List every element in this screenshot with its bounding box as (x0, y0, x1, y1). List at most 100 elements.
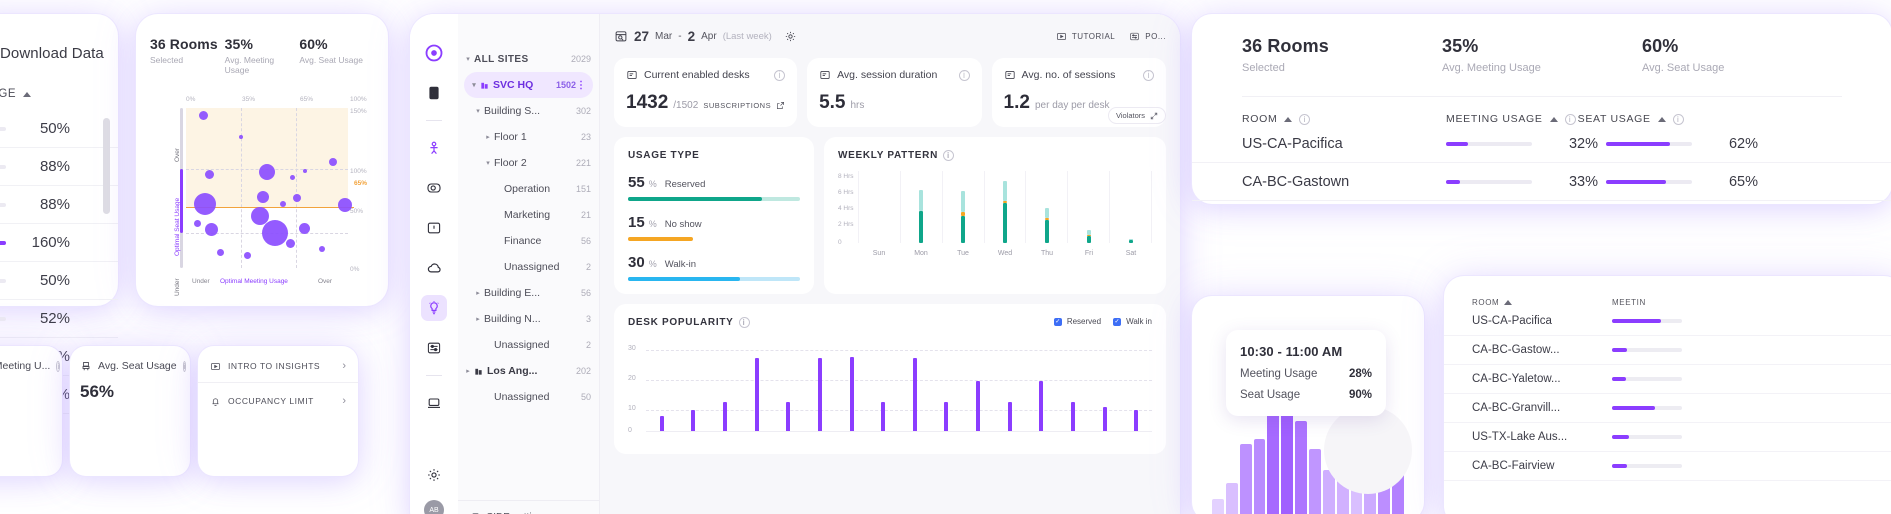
tree-caret-icon[interactable]: ▾ (462, 55, 474, 63)
alert-box-icon[interactable] (421, 215, 447, 241)
tree-node[interactable]: ▾ALL SITES2029 (458, 46, 599, 72)
building-icon (474, 367, 483, 376)
rooms-table-row[interactable]: US-CA-Pacifica32%62% (1192, 125, 1891, 163)
tree-node[interactable]: ▸Floor 123 (458, 124, 599, 150)
rooms-table-row[interactable]: CA-BC-Gastown33%65% (1192, 163, 1891, 201)
device-icon[interactable] (421, 390, 447, 416)
rooms-header-meeting[interactable]: MEETING USAGE i (1446, 113, 1576, 125)
meeting-usage-fill (1446, 180, 1460, 184)
insights-bulb-icon[interactable] (421, 295, 447, 321)
tree-caret-icon[interactable]: ▸ (462, 367, 474, 375)
usage-row[interactable]: 88% (0, 186, 118, 224)
kpi-card-value: 1432 (626, 92, 668, 114)
ports-button[interactable]: PO... (1129, 31, 1166, 42)
intro-to-insights-link[interactable]: INTRO TO INSIGHTS › (198, 346, 358, 372)
kpi-card-header: Current enabled desksi (626, 69, 785, 81)
info-icon[interactable]: i (56, 361, 60, 372)
weekly-plot-area (858, 171, 1152, 243)
tree-node[interactable]: Finance56 (458, 228, 599, 254)
rooms-list-row[interactable]: CA-BC-Granvill... (1444, 394, 1891, 423)
tree-caret-icon[interactable]: ▾ (468, 81, 480, 89)
info-icon[interactable]: i (1143, 70, 1154, 81)
heat-column[interactable] (1281, 402, 1293, 514)
date-range-picker[interactable]: 27 Mar - 2 Apr (Last week) (614, 29, 797, 44)
usage-item-percent-sign: % (649, 219, 657, 229)
info-icon[interactable]: i (943, 150, 954, 161)
checkbox-icon[interactable]: ✓ (1113, 318, 1121, 326)
tutorial-button[interactable]: TUTORIAL (1056, 31, 1115, 42)
tree-caret-icon[interactable]: ▸ (472, 315, 484, 323)
tree-node[interactable]: Unassigned50 (458, 384, 599, 410)
heat-column[interactable] (1226, 483, 1238, 514)
rooms-list-row[interactable]: CA-BC-Gastow... (1444, 336, 1891, 365)
info-icon[interactable]: i (739, 317, 750, 328)
tree-node[interactable]: Unassigned2 (458, 332, 599, 358)
tree-caret-icon[interactable]: ▸ (472, 289, 484, 297)
heat-column[interactable] (1212, 499, 1224, 514)
occupancy-limit-link[interactable]: OCCUPANCY LIMIT › (198, 382, 358, 407)
kebab-menu-icon[interactable]: ⋮ (576, 80, 585, 91)
rooms-kpi: 36 RoomsSelected (1242, 36, 1442, 74)
info-icon[interactable]: i (1299, 114, 1310, 125)
violators-button[interactable]: Violators (1108, 107, 1166, 124)
download-data-button[interactable]: Download Data (0, 14, 118, 62)
tree-caret-icon[interactable]: ▾ (472, 107, 484, 115)
heat-column[interactable] (1295, 421, 1307, 514)
people-icon[interactable] (421, 135, 447, 161)
info-icon[interactable]: i (1673, 114, 1684, 125)
door-icon[interactable] (421, 80, 447, 106)
cidr-settings-row[interactable]: CIDR settings (458, 500, 599, 514)
rooms-header-seat[interactable]: SEAT USAGE i (1578, 113, 1684, 125)
heat-column[interactable] (1254, 439, 1266, 514)
rooms-list-row[interactable]: US-TX-Lake Aus... (1444, 423, 1891, 452)
rooms-list-row[interactable]: CA-BC-Yaletow... (1444, 365, 1891, 394)
legend-item[interactable]: ✓Reserved (1054, 317, 1101, 326)
heat-column[interactable] (1240, 444, 1252, 514)
brand-logo-icon[interactable] (421, 40, 447, 66)
heat-column[interactable] (1267, 410, 1279, 514)
rooms-header-room[interactable]: ROOM i (1242, 113, 1446, 125)
rooms-list-header-meeting[interactable]: MEETIN (1612, 298, 1646, 307)
usage-type-item: 55%Reserved (628, 174, 800, 201)
rooms-list-header-room[interactable]: ROOM (1472, 298, 1612, 307)
tree-node[interactable]: Unassigned2 (458, 254, 599, 280)
tree-node[interactable]: ▾Building S...302 (458, 98, 599, 124)
usage-row[interactable]: 50% (0, 110, 118, 148)
rooms-list-row[interactable]: US-CA-Pacifica (1444, 307, 1891, 336)
gear-icon[interactable] (784, 30, 797, 43)
info-icon[interactable]: i (1565, 114, 1576, 125)
avatar[interactable]: AB (424, 500, 444, 514)
usage-row[interactable]: 88% (0, 148, 118, 186)
heat-column[interactable] (1309, 449, 1321, 514)
tree-node[interactable]: Marketing21 (458, 202, 599, 228)
tree-node[interactable]: ▸Building N...3 (458, 306, 599, 332)
kpi-card-action[interactable]: SUBSCRIPTIONS (703, 101, 785, 110)
camera-icon[interactable] (421, 175, 447, 201)
gear-icon[interactable] (421, 462, 447, 488)
cloud-icon[interactable] (421, 255, 447, 281)
tree-node[interactable]: ▸Building E...56 (458, 280, 599, 306)
tree-node[interactable]: ▾Floor 2221 (458, 150, 599, 176)
weekly-x-ticks: SunMonTueWedThuFriSat (858, 250, 1152, 257)
usage-row[interactable]: 50% (0, 262, 118, 300)
tree-node-count: 1502 (556, 80, 576, 90)
rooms-list-row[interactable]: CA-BC-Fairview (1444, 452, 1891, 481)
seat-usage-column-header[interactable]: EAT USAGE (0, 62, 118, 100)
tree-node[interactable]: ▾SVC HQ1502⋮ (464, 72, 593, 98)
panel-scrollbar[interactable] (103, 118, 110, 214)
usage-bar-track (0, 165, 6, 169)
usage-row[interactable]: 52% (0, 300, 118, 338)
usage-row[interactable]: 160% (0, 224, 118, 262)
meeting-usage-track (1446, 180, 1532, 184)
info-icon[interactable]: i (183, 361, 187, 372)
info-icon[interactable]: i (959, 70, 970, 81)
ports-icon[interactable] (421, 335, 447, 361)
tree-caret-icon[interactable]: ▸ (482, 133, 494, 141)
tree-caret-icon[interactable]: ▾ (482, 159, 494, 167)
checkbox-icon[interactable]: ✓ (1054, 318, 1062, 326)
tree-node[interactable]: ▸Los Ang...202 (458, 358, 599, 384)
legend-item[interactable]: ✓Walk in (1113, 317, 1152, 326)
tree-node[interactable]: Operation151 (458, 176, 599, 202)
tree-node-count: 151 (576, 184, 591, 194)
info-icon[interactable]: i (774, 70, 785, 81)
